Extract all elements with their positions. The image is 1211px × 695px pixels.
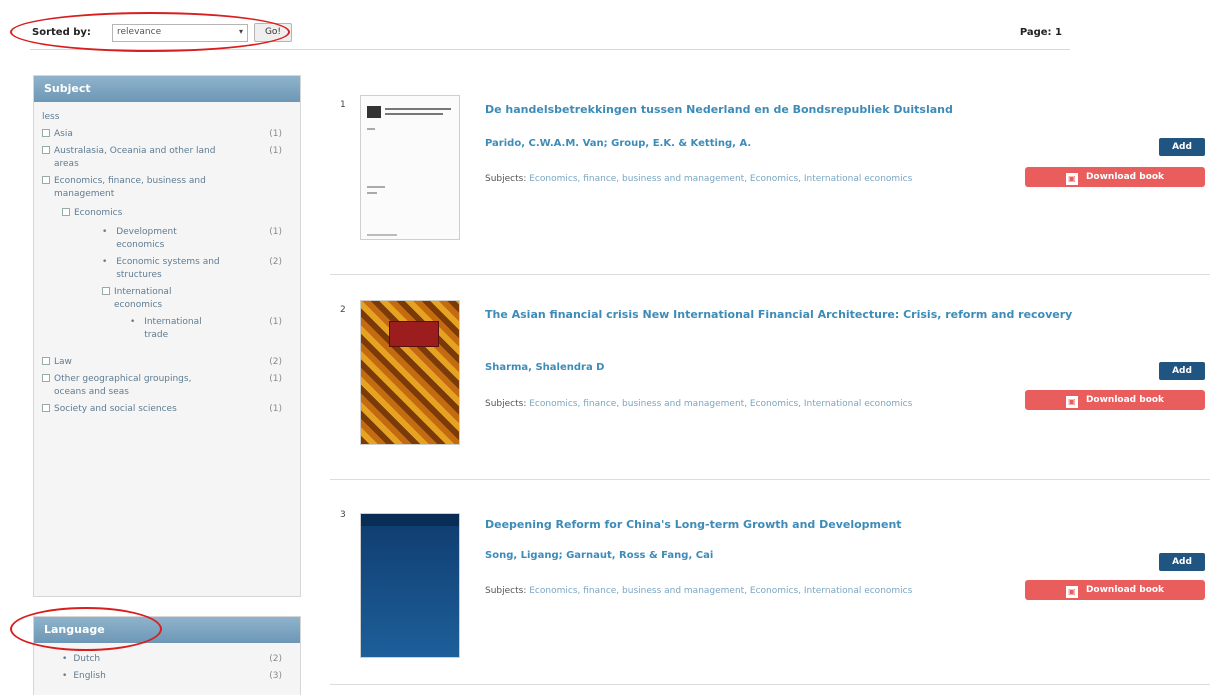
book-cover[interactable]	[360, 300, 460, 445]
sort-toolbar: Sorted by: relevance ▾ Go! Page: 1	[30, 20, 1070, 50]
facet-item[interactable]: Australasia, Oceania and other land area…	[42, 145, 292, 171]
sort-select-value: relevance	[117, 27, 162, 37]
facet-item[interactable]: Economics, finance, business and managem…	[42, 175, 292, 201]
result-item: 1 De handelsbetrekkingen tussen Nederlan…	[330, 85, 1210, 275]
checkbox-icon[interactable]	[102, 287, 110, 295]
book-cover[interactable]	[360, 95, 460, 240]
download-book-button[interactable]: ▣ Download book	[1025, 390, 1205, 410]
download-book-button[interactable]: ▣ Download book	[1025, 580, 1205, 600]
facet-item[interactable]: Other geographical groupings, oceans and…	[42, 373, 292, 399]
result-authors[interactable]: Parido, C.W.A.M. Van; Group, E.K. & Kett…	[485, 138, 751, 149]
subject-facet: Subject less Asia (1) Australasia, Ocean…	[33, 75, 301, 597]
facet-item[interactable]: International economics	[42, 286, 292, 312]
book-cover[interactable]	[360, 513, 460, 658]
result-authors[interactable]: Song, Ligang; Garnaut, Ross & Fang, Cai	[485, 550, 713, 561]
checkbox-icon[interactable]	[42, 357, 50, 365]
checkbox-icon[interactable]	[42, 374, 50, 382]
facet-item[interactable]: Law (2)	[42, 356, 292, 369]
subject-facet-heading: Subject	[34, 76, 300, 102]
add-button[interactable]: Add	[1159, 138, 1205, 156]
result-authors[interactable]: Sharma, Shalendra D	[485, 362, 604, 373]
page-indicator: Page: 1	[1019, 27, 1062, 38]
go-button[interactable]: Go!	[254, 23, 292, 42]
pdf-icon: ▣	[1065, 396, 1078, 408]
sorted-by-label: Sorted by:	[32, 27, 91, 38]
checkbox-icon[interactable]	[42, 404, 50, 412]
result-title[interactable]: De handelsbetrekkingen tussen Nederland …	[485, 100, 1175, 120]
facet-item[interactable]: International trade (1)	[42, 316, 292, 342]
result-subjects: Subjects: Economics, finance, business a…	[485, 174, 913, 184]
facet-item[interactable]: Asia (1)	[42, 128, 292, 141]
facet-item[interactable]: English (3)	[42, 670, 292, 683]
result-title[interactable]: Deepening Reform for China's Long-term G…	[485, 515, 1175, 535]
facet-item[interactable]: Dutch (2)	[42, 653, 292, 666]
less-link[interactable]: less	[42, 112, 292, 122]
result-number: 2	[340, 305, 346, 315]
result-number: 3	[340, 510, 346, 520]
result-item: 3 Deepening Reform for China's Long-term…	[330, 495, 1210, 685]
result-subjects: Subjects: Economics, finance, business a…	[485, 399, 913, 409]
checkbox-icon[interactable]	[42, 129, 50, 137]
checkbox-icon[interactable]	[62, 208, 70, 216]
language-facet: Language Dutch (2) English (3)	[33, 616, 301, 695]
pdf-icon: ▣	[1065, 173, 1078, 185]
result-number: 1	[340, 100, 346, 110]
checkbox-icon[interactable]	[42, 176, 50, 184]
language-facet-heading: Language	[34, 617, 300, 643]
download-book-button[interactable]: ▣ Download book	[1025, 167, 1205, 187]
checkbox-icon[interactable]	[42, 146, 50, 154]
facet-item[interactable]: Economic systems and structures (2)	[42, 256, 292, 282]
add-button[interactable]: Add	[1159, 553, 1205, 571]
facet-item[interactable]: Economics	[42, 207, 292, 220]
sort-select[interactable]: relevance ▾	[112, 24, 248, 42]
add-button[interactable]: Add	[1159, 362, 1205, 380]
chevron-down-icon: ▾	[238, 27, 243, 36]
facet-item[interactable]: Development economics (1)	[42, 226, 292, 252]
facet-item[interactable]: Society and social sciences (1)	[42, 403, 292, 416]
result-title[interactable]: The Asian financial crisis New Internati…	[485, 305, 1175, 325]
result-subjects: Subjects: Economics, finance, business a…	[485, 586, 913, 596]
result-item: 2 The Asian financial crisis New Interna…	[330, 290, 1210, 480]
pdf-icon: ▣	[1065, 586, 1078, 598]
